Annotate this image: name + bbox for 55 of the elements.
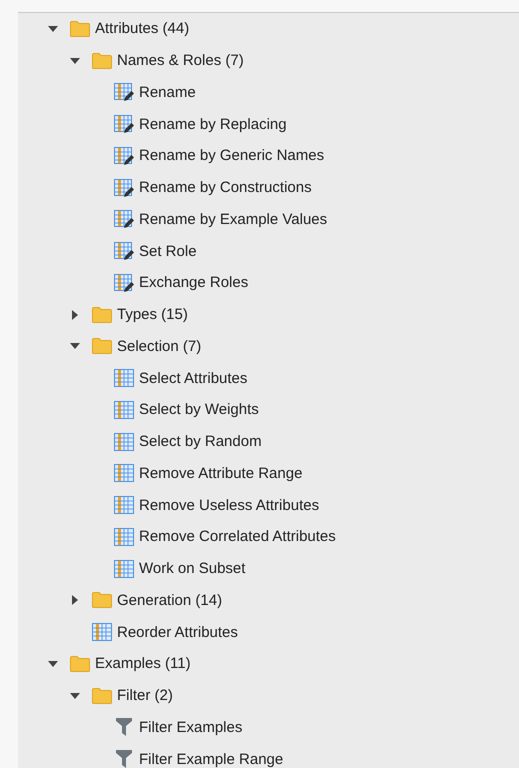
table-pencil-icon: [114, 209, 134, 230]
tree-item-label[interactable]: Attributes (44): [95, 20, 190, 38]
tree-item-label[interactable]: Remove Attribute Range: [139, 464, 302, 482]
tree-item-label[interactable]: Types (15): [117, 306, 188, 324]
table-icon: [92, 623, 112, 642]
folder-icon: [92, 688, 112, 704]
table-icon: [114, 432, 134, 451]
folder-icon: [70, 656, 90, 672]
tree-item-label[interactable]: Select by Random: [139, 433, 262, 450]
caret-icon[interactable]: [70, 690, 80, 701]
table-pencil-icon: [114, 82, 134, 102]
caret-icon[interactable]: [70, 341, 80, 352]
table-icon: [114, 496, 134, 514]
caret-icon[interactable]: [70, 56, 80, 66]
tree-item-label[interactable]: Rename: [139, 84, 196, 101]
tree-item-label[interactable]: Reorder Attributes: [117, 624, 238, 641]
tree-item-label[interactable]: Set Role: [139, 242, 197, 260]
tree-item-label[interactable]: Rename by Constructions: [139, 179, 312, 196]
caret-icon[interactable]: [70, 595, 80, 606]
table-pencil-icon: [114, 146, 134, 166]
tree-item-label[interactable]: Generation (14): [117, 592, 222, 609]
tree-item-label[interactable]: Select Attributes: [139, 370, 248, 387]
tree-item-label[interactable]: Examples (11): [95, 655, 191, 672]
table-pencil-icon: [114, 241, 134, 262]
table-icon: [114, 528, 134, 546]
table-icon: [114, 560, 134, 578]
folder-icon: [92, 592, 112, 608]
tree-item-label[interactable]: Work on Subset: [139, 560, 246, 578]
table-icon: [114, 369, 134, 388]
table-pencil-icon: [114, 178, 134, 198]
caret-icon[interactable]: [70, 310, 80, 320]
table-pencil-icon: [114, 272, 134, 293]
tree-item-label[interactable]: Rename by Replacing: [139, 116, 287, 133]
tree-item-label[interactable]: Remove Correlated Attributes: [139, 528, 336, 546]
folder-icon: [92, 52, 112, 69]
tree-item-label[interactable]: Filter Examples: [139, 718, 242, 736]
tree-item-label[interactable]: Exchange Roles: [139, 274, 248, 292]
folder-icon: [92, 306, 112, 323]
funnel-icon: [114, 717, 134, 738]
tree-item-label[interactable]: Rename by Generic Names: [139, 147, 324, 164]
caret-icon[interactable]: [48, 658, 58, 669]
tree-item-label[interactable]: Filter Example Range: [139, 750, 284, 768]
funnel-icon: [114, 749, 134, 768]
tree-item-label[interactable]: Selection (7): [117, 338, 202, 355]
folder-icon: [92, 338, 112, 354]
tree-item-label[interactable]: Names & Roles (7): [117, 52, 244, 70]
table-pencil-icon: [114, 114, 134, 134]
tree-item-label[interactable]: Rename by Example Values: [139, 210, 328, 228]
tree-item-label[interactable]: Remove Useless Attributes: [139, 496, 320, 514]
folder-icon: [70, 20, 90, 37]
table-icon: [114, 400, 134, 419]
tree-item-label[interactable]: Filter (2): [117, 687, 173, 704]
table-icon: [114, 464, 134, 482]
caret-icon[interactable]: [48, 24, 58, 34]
tree-item-label[interactable]: Select by Weights: [139, 401, 259, 418]
